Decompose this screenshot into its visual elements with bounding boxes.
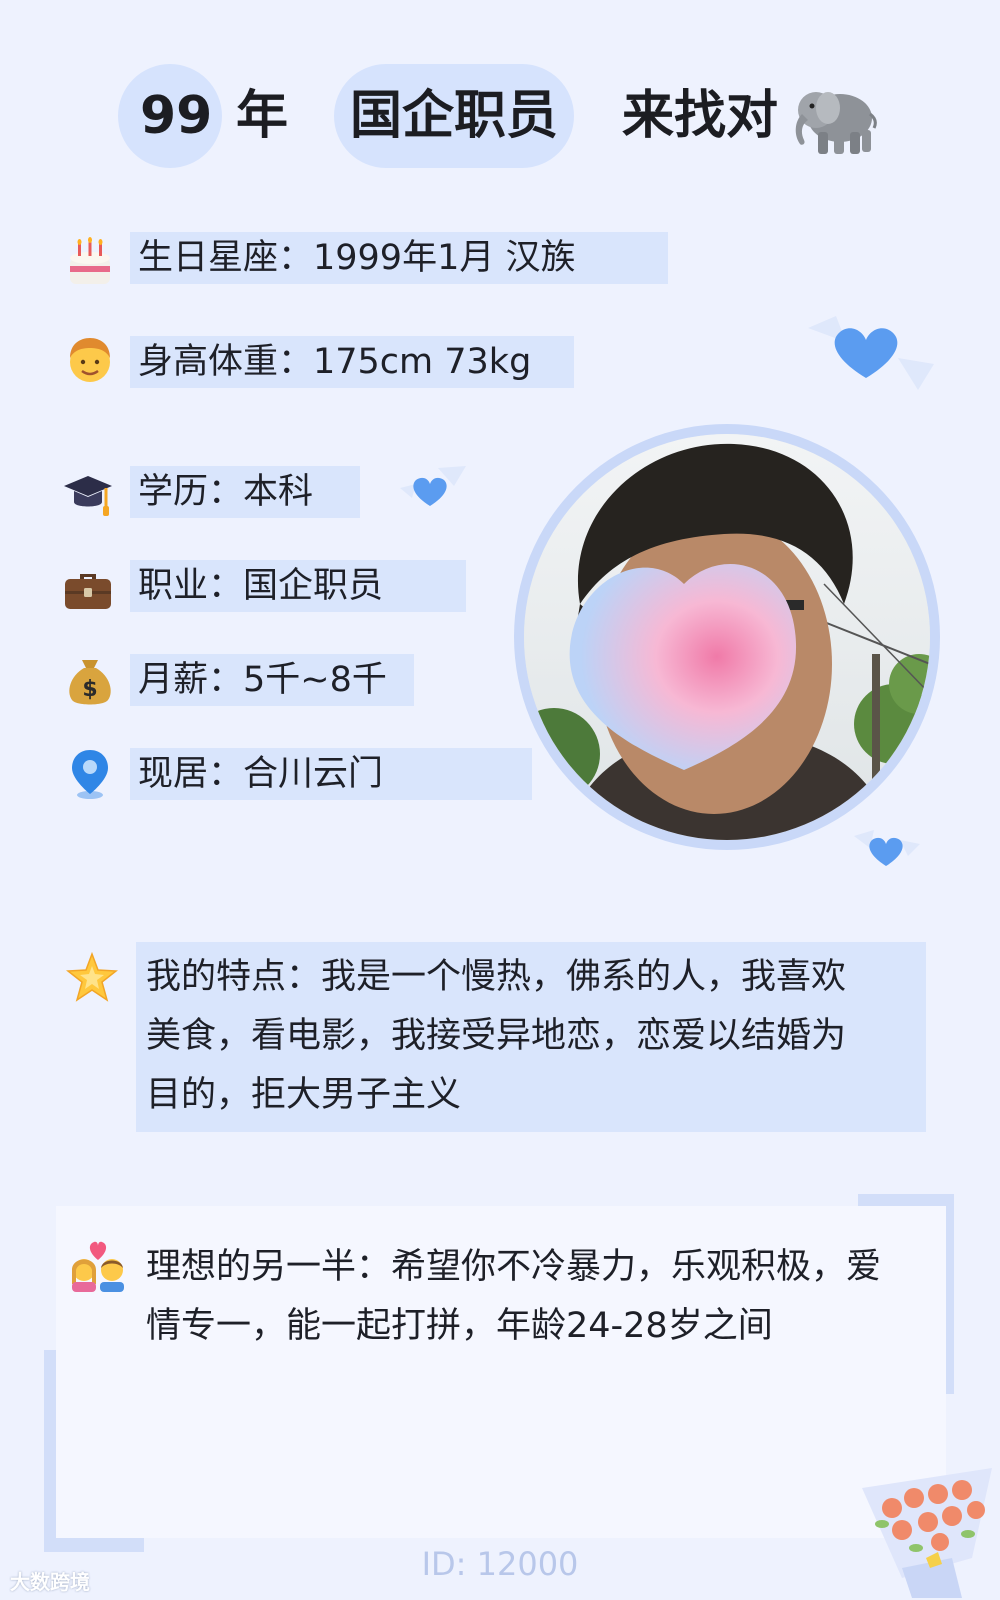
avatar — [524, 434, 930, 840]
watermark: 大数跨境 — [10, 1570, 90, 1594]
header-year-suffix: 年 — [236, 86, 289, 146]
job-text: 职业：国企职员 — [138, 566, 384, 606]
briefcase-icon — [65, 574, 111, 609]
birthday-text: 生日星座：1999年1月 汉族 — [138, 238, 576, 278]
graduation-cap-icon — [64, 476, 112, 516]
location-text: 现居：合川云门 — [138, 754, 384, 794]
salary-text: 月薪：5千~8千 — [138, 660, 387, 700]
ideal-line-2: 情专一，能一起打拼，年龄24-28岁之间 — [146, 1306, 773, 1346]
avatar-photo — [524, 434, 930, 840]
features-line-1: 我的特点：我是一个慢热，佛系的人，我喜欢 — [146, 957, 847, 997]
elephant-icon — [795, 92, 877, 154]
header-year: 99 — [140, 86, 213, 146]
blue-heart-icon — [400, 466, 466, 506]
couple-with-heart-icon — [72, 1241, 124, 1292]
money-bag-icon: $ — [69, 660, 111, 705]
birthday-cake-icon — [70, 237, 110, 284]
man-face-icon — [70, 338, 110, 382]
ideal-line-1: 理想的另一半：希望你不冷暴力，乐观积极，爱 — [146, 1247, 882, 1287]
features-line-2: 美食，看电影，我接受异地恋，恋爱以结婚为 — [146, 1016, 847, 1056]
blue-heart-icon — [854, 830, 920, 866]
features-line-3: 目的，拒大男子主义 — [146, 1075, 462, 1115]
header-tagline: 来找对 — [622, 86, 779, 146]
svg-text:$: $ — [82, 677, 97, 702]
height-weight-text: 身高体重：175cm 73kg — [138, 342, 532, 382]
header-job: 国企职员 — [350, 86, 559, 146]
star-icon — [66, 952, 118, 1002]
location-pin-icon — [72, 750, 108, 799]
profile-id: ID: 12000 — [421, 1545, 579, 1583]
education-text: 学历：本科 — [138, 472, 314, 512]
blue-heart-icon — [808, 316, 934, 390]
